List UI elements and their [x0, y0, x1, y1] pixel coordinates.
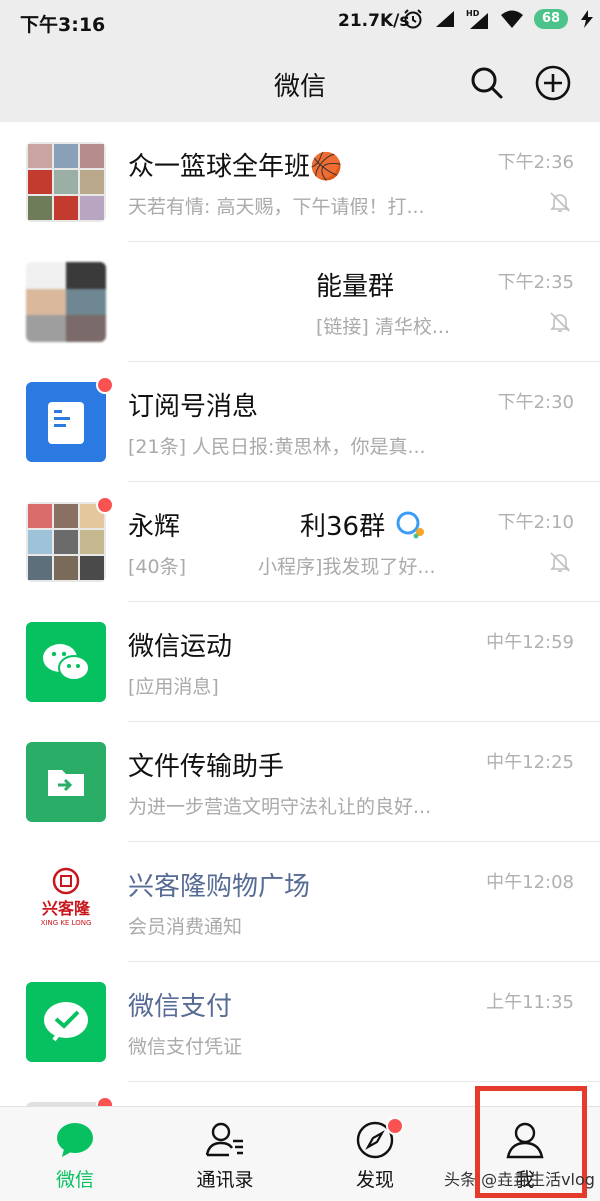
chat-time: 中午12:25 — [486, 752, 574, 773]
svg-text:HD: HD — [466, 9, 480, 18]
chat-preview: 天若有情: 高天赐，下午请假！打... — [128, 196, 425, 218]
enterprise-chat-icon — [396, 511, 424, 539]
muted-bell-icon — [550, 192, 570, 212]
chat-time: 中午12:08 — [486, 872, 574, 893]
logo-text: 兴客隆 — [41, 899, 90, 918]
watermark: 头条 @垚垚生活vlog — [444, 1170, 595, 1189]
charging-icon — [581, 10, 594, 28]
search-button[interactable] — [468, 64, 506, 102]
seal-icon — [52, 867, 80, 895]
signal-icon — [436, 11, 454, 27]
chat-time: 下午2:35 — [497, 272, 574, 293]
page-title: 微信 — [273, 72, 326, 102]
chat-item-wechat-pay[interactable]: 微信支付 微信支付凭证 上午11:35 — [0, 962, 600, 1082]
tab-discover[interactable]: 发现 — [300, 1107, 450, 1201]
wechat-pay-avatar — [26, 982, 106, 1062]
chat-name: 微信支付 — [128, 992, 233, 1022]
tab-wechat[interactable]: 微信 — [0, 1107, 150, 1201]
document-icon — [48, 402, 84, 444]
logo-subtext: XING KE LONG — [40, 919, 92, 927]
search-icon — [471, 67, 503, 99]
add-button[interactable] — [534, 64, 572, 102]
chat-name: 订阅号消息 — [128, 392, 259, 422]
chat-name-suffix: 利36群 — [300, 512, 386, 542]
chat-time: 中午12:59 — [486, 632, 574, 653]
unread-dot — [96, 376, 114, 394]
chat-preview: 为进一步营造文明守法礼让的良好... — [128, 796, 432, 818]
chat-time: 下午2:10 — [497, 512, 574, 533]
file-transfer-avatar — [26, 742, 106, 822]
alarm-icon — [404, 9, 422, 29]
chat-item-basketball-class[interactable]: 众一篮球全年班🏀 天若有情: 高天赐，下午请假！打... 下午2:36 — [0, 122, 600, 242]
chat-item-xingkelong[interactable]: 兴客隆 XING KE LONG 兴客隆购物广场 会员消费通知 中午12:08 — [0, 842, 600, 962]
tab-label: 通讯录 — [196, 1169, 254, 1191]
wifi-icon — [501, 10, 523, 28]
muted-bell-icon — [550, 312, 570, 332]
chat-name: 能量群 — [316, 272, 395, 302]
unread-dot — [96, 1096, 114, 1106]
top-navbar: 微信 — [0, 44, 600, 122]
muted-bell-icon — [550, 552, 570, 572]
plus-circle-icon — [535, 65, 571, 101]
contacts-icon — [205, 1122, 243, 1157]
status-icons: HD 68 — [402, 8, 596, 30]
chat-time: 下午2:30 — [497, 392, 574, 413]
chat-time: 上午11:35 — [486, 992, 574, 1013]
chat-name: 微信运动 — [128, 632, 233, 662]
group-avatar — [26, 142, 106, 222]
chat-name: 永辉 — [128, 512, 181, 542]
xingkelong-logo: 兴客隆 XING KE LONG — [26, 862, 106, 942]
chat-preview: [21条] 人民日报:黄思林，你是真... — [128, 436, 426, 458]
chat-preview: [链接] 清华校... — [316, 316, 450, 338]
chat-preview: 小程序]我发现了好... — [258, 556, 436, 578]
hd-signal-icon: HD — [466, 9, 488, 29]
tab-contacts[interactable]: 通讯录 — [150, 1107, 300, 1201]
chat-time: 下午2:36 — [497, 152, 574, 173]
status-bar: 下午3:16 21.7K/s HD 68 — [0, 0, 600, 44]
tab-label: 微信 — [55, 1169, 94, 1191]
chat-preview: [应用消息] — [128, 676, 219, 698]
unread-dot — [96, 496, 114, 514]
chat-name: 兴客隆购物广场 — [128, 872, 311, 902]
discover-badge-dot — [386, 1117, 404, 1135]
group-avatar — [26, 502, 106, 582]
wechat-logo-icon — [43, 644, 90, 681]
folder-arrow-icon — [48, 770, 84, 796]
chat-preview-prefix: [40条] — [128, 556, 187, 578]
chat-name: 众一篮球全年班🏀 — [128, 152, 343, 182]
chat-item-wechat-sports[interactable]: 微信运动 [应用消息] 中午12:59 — [0, 602, 600, 722]
group-avatar — [26, 262, 106, 342]
chat-item-yonghui-group[interactable]: 永辉 利36群 [40条] 小程序]我发现了好... 下午2:10 — [0, 482, 600, 602]
chat-item-file-transfer[interactable]: 文件传输助手 为进一步营造文明守法礼让的良好... 中午12:25 — [0, 722, 600, 842]
tab-label: 发现 — [355, 1169, 394, 1191]
wechat-sports-avatar — [26, 622, 106, 702]
pay-check-icon — [44, 1002, 88, 1042]
battery-icon: 68 — [534, 9, 569, 29]
subscription-avatar — [26, 382, 106, 462]
chat-preview: 会员消费通知 — [128, 916, 243, 938]
chat-item-energy-group[interactable]: 能量群 [链接] 清华校... 下午2:35 — [0, 242, 600, 362]
chat-bubble-icon — [57, 1123, 93, 1157]
chat-name: 文件传输助手 — [128, 752, 285, 782]
chat-item-subscriptions[interactable]: 订阅号消息 [21条] 人民日报:黄思林，你是真... 下午2:30 — [0, 362, 600, 482]
chat-preview: 微信支付凭证 — [128, 1036, 243, 1058]
status-time: 下午3:16 — [20, 14, 106, 36]
net-speed: 21.7K/s — [338, 11, 410, 31]
